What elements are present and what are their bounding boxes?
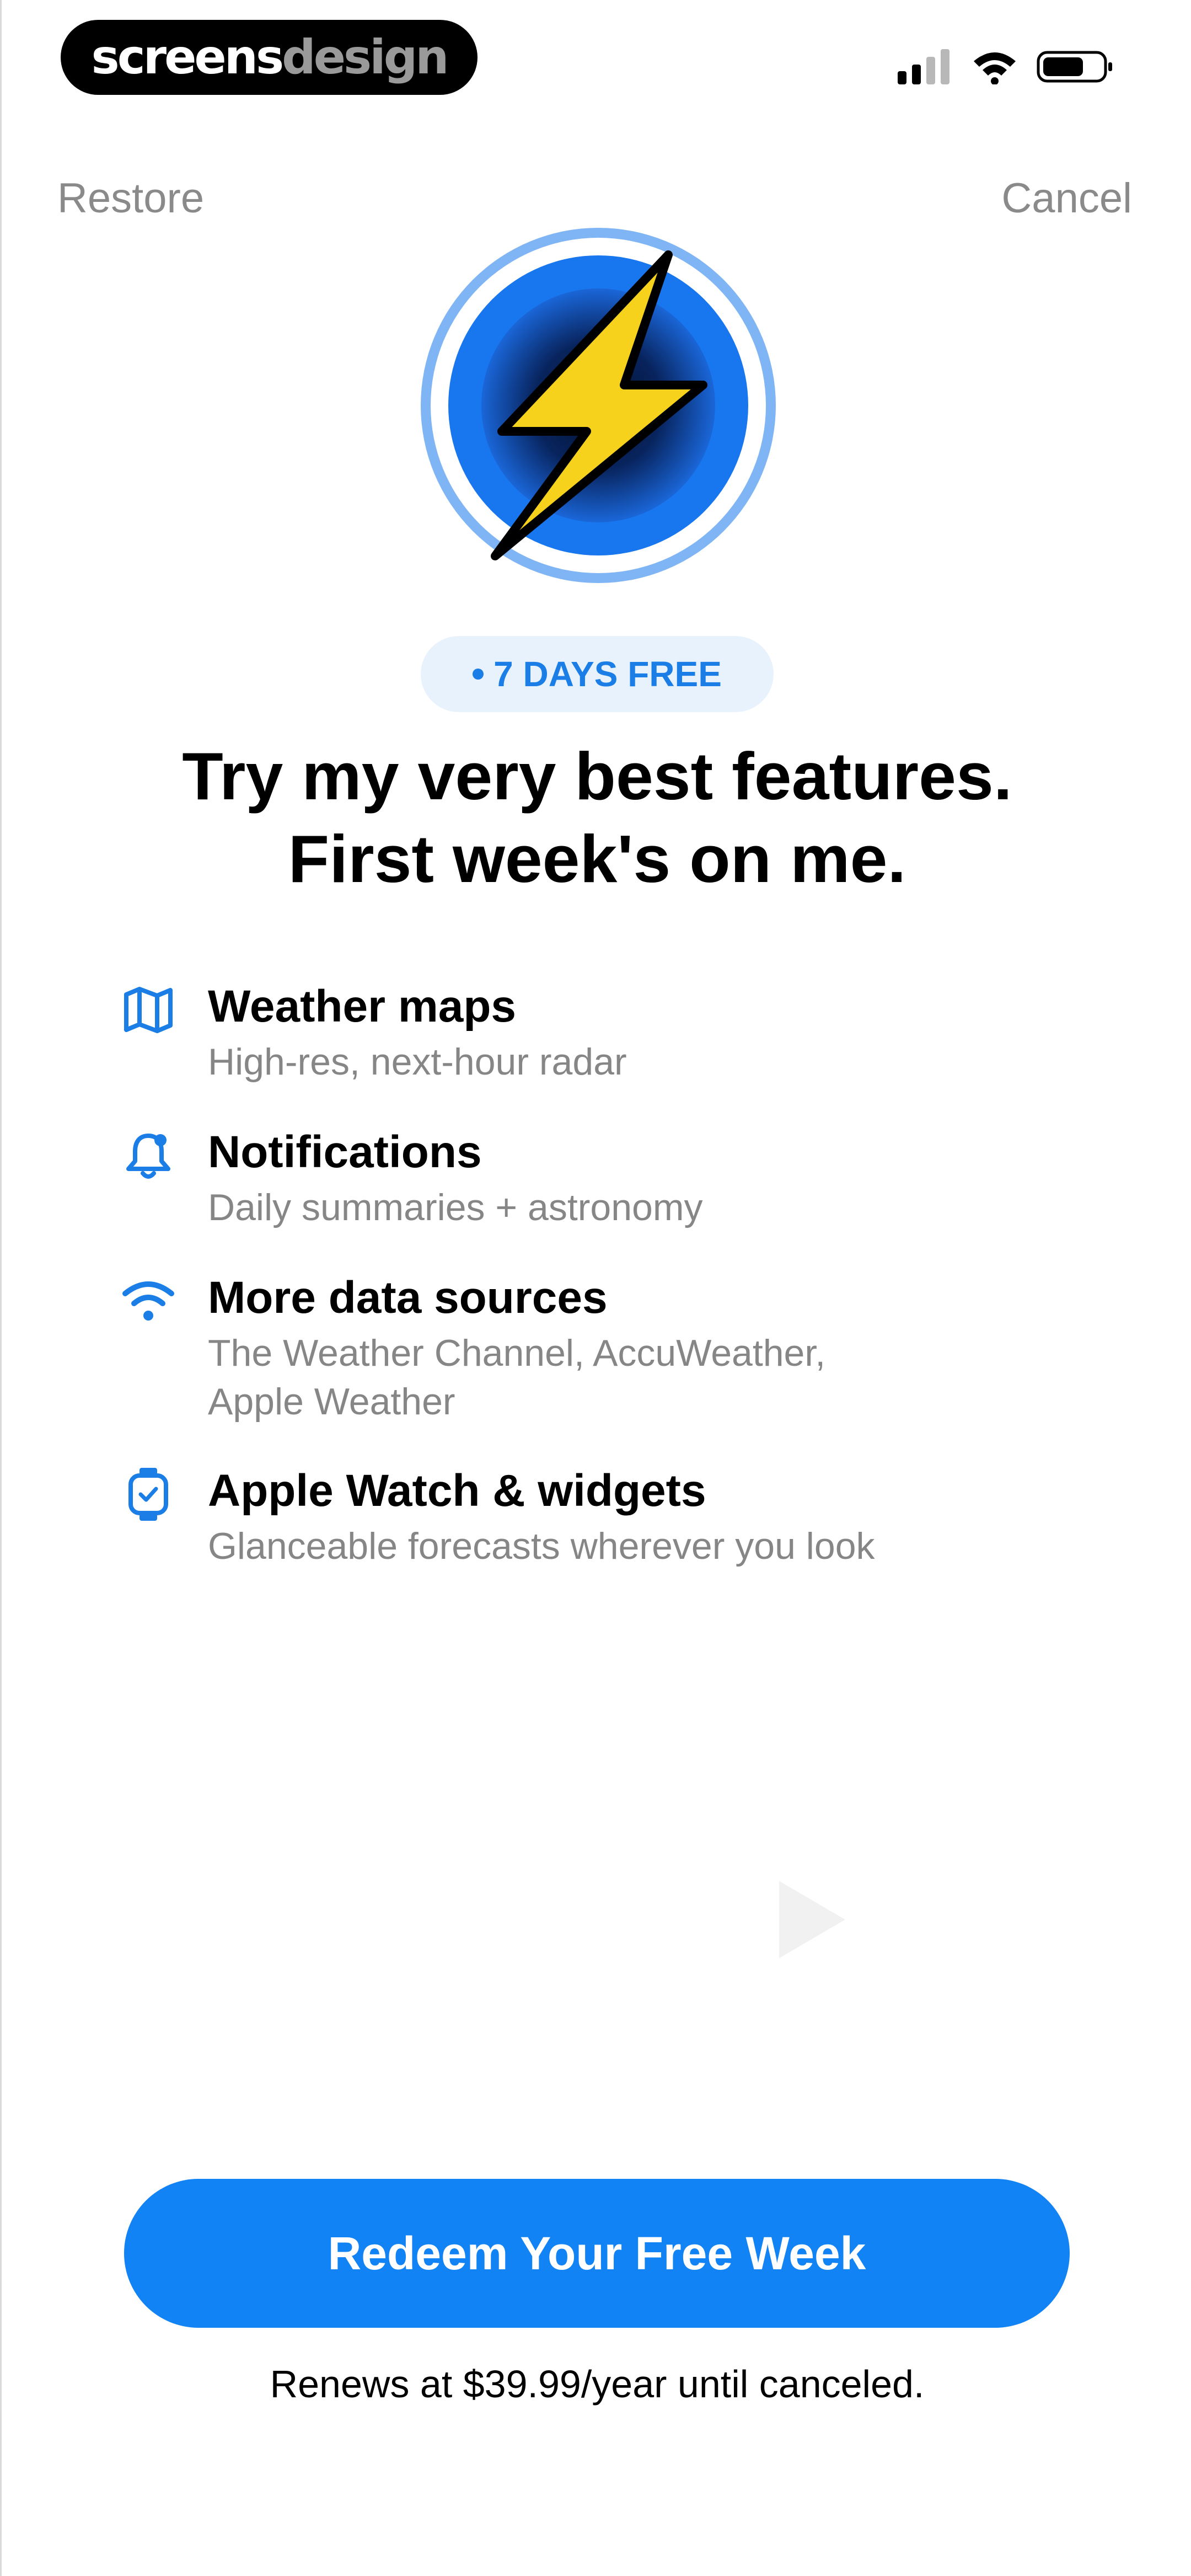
wifi-icon xyxy=(120,1273,177,1330)
feature-title: More data sources xyxy=(208,1273,608,1323)
feature-item-weather-maps: Weather maps High-res, next-hour radar xyxy=(120,979,1112,1086)
brand-text-part1: screens xyxy=(91,30,285,85)
bell-icon xyxy=(120,1127,177,1184)
headline-line2: First week's on me. xyxy=(288,821,906,896)
free-trial-badge: 7 DAYS FREE xyxy=(421,636,774,712)
feature-title: Apple Watch & widgets xyxy=(208,1466,706,1516)
lightning-bolt-icon xyxy=(421,228,776,583)
feature-subtitle: Glanceable forecasts wherever you look xyxy=(208,1525,875,1567)
badge-dot xyxy=(473,669,484,680)
feature-subtitle-line2: Apple Weather xyxy=(208,1381,455,1423)
feature-title: Notifications xyxy=(208,1127,482,1177)
feature-item-notifications: Notifications Daily summaries + astronom… xyxy=(120,1125,1112,1232)
feature-subtitle: Daily summaries + astronomy xyxy=(208,1187,703,1228)
redeem-free-week-button[interactable]: Redeem Your Free Week xyxy=(124,2179,1070,2328)
feature-title: Weather maps xyxy=(208,981,517,1032)
hero-badge xyxy=(419,226,777,585)
brand-watermark: screens design xyxy=(61,20,478,95)
faint-play-mark xyxy=(779,1881,845,1958)
feature-list: Weather maps High-res, next-hour radar N… xyxy=(120,979,1112,1570)
feature-item-apple-watch: Apple Watch & widgets Glanceable forecas… xyxy=(120,1463,1112,1570)
page-title: Try my very best features. First week's … xyxy=(2,735,1191,900)
battery-icon xyxy=(1037,51,1112,83)
renewal-terms: Renews at $39.99/year until canceled. xyxy=(270,2363,925,2406)
headline-line1: Try my very best features. xyxy=(182,739,1012,814)
paywall-screen: screens design Restore Cancel 7 DAYS FRE… xyxy=(0,0,1191,2576)
cancel-button[interactable]: Cancel xyxy=(1001,178,1132,220)
map-icon xyxy=(120,981,177,1039)
feature-subtitle-line1: The Weather Channel, AccuWeather, xyxy=(208,1332,826,1374)
brand-text-part2: design xyxy=(282,30,449,85)
cellular-signal-icon xyxy=(898,49,949,84)
status-bar-icons xyxy=(898,47,1114,86)
restore-button[interactable]: Restore xyxy=(57,178,204,220)
watch-icon xyxy=(120,1466,177,1523)
feature-subtitle: High-res, next-hour radar xyxy=(208,1041,627,1083)
wifi-icon xyxy=(974,52,1016,84)
badge-label: 7 DAYS FREE xyxy=(493,654,722,694)
feature-subtitle: The Weather Channel, AccuWeather, Apple … xyxy=(208,1329,1112,1426)
feature-item-data-sources: More data sources The Weather Channel, A… xyxy=(120,1270,1112,1426)
